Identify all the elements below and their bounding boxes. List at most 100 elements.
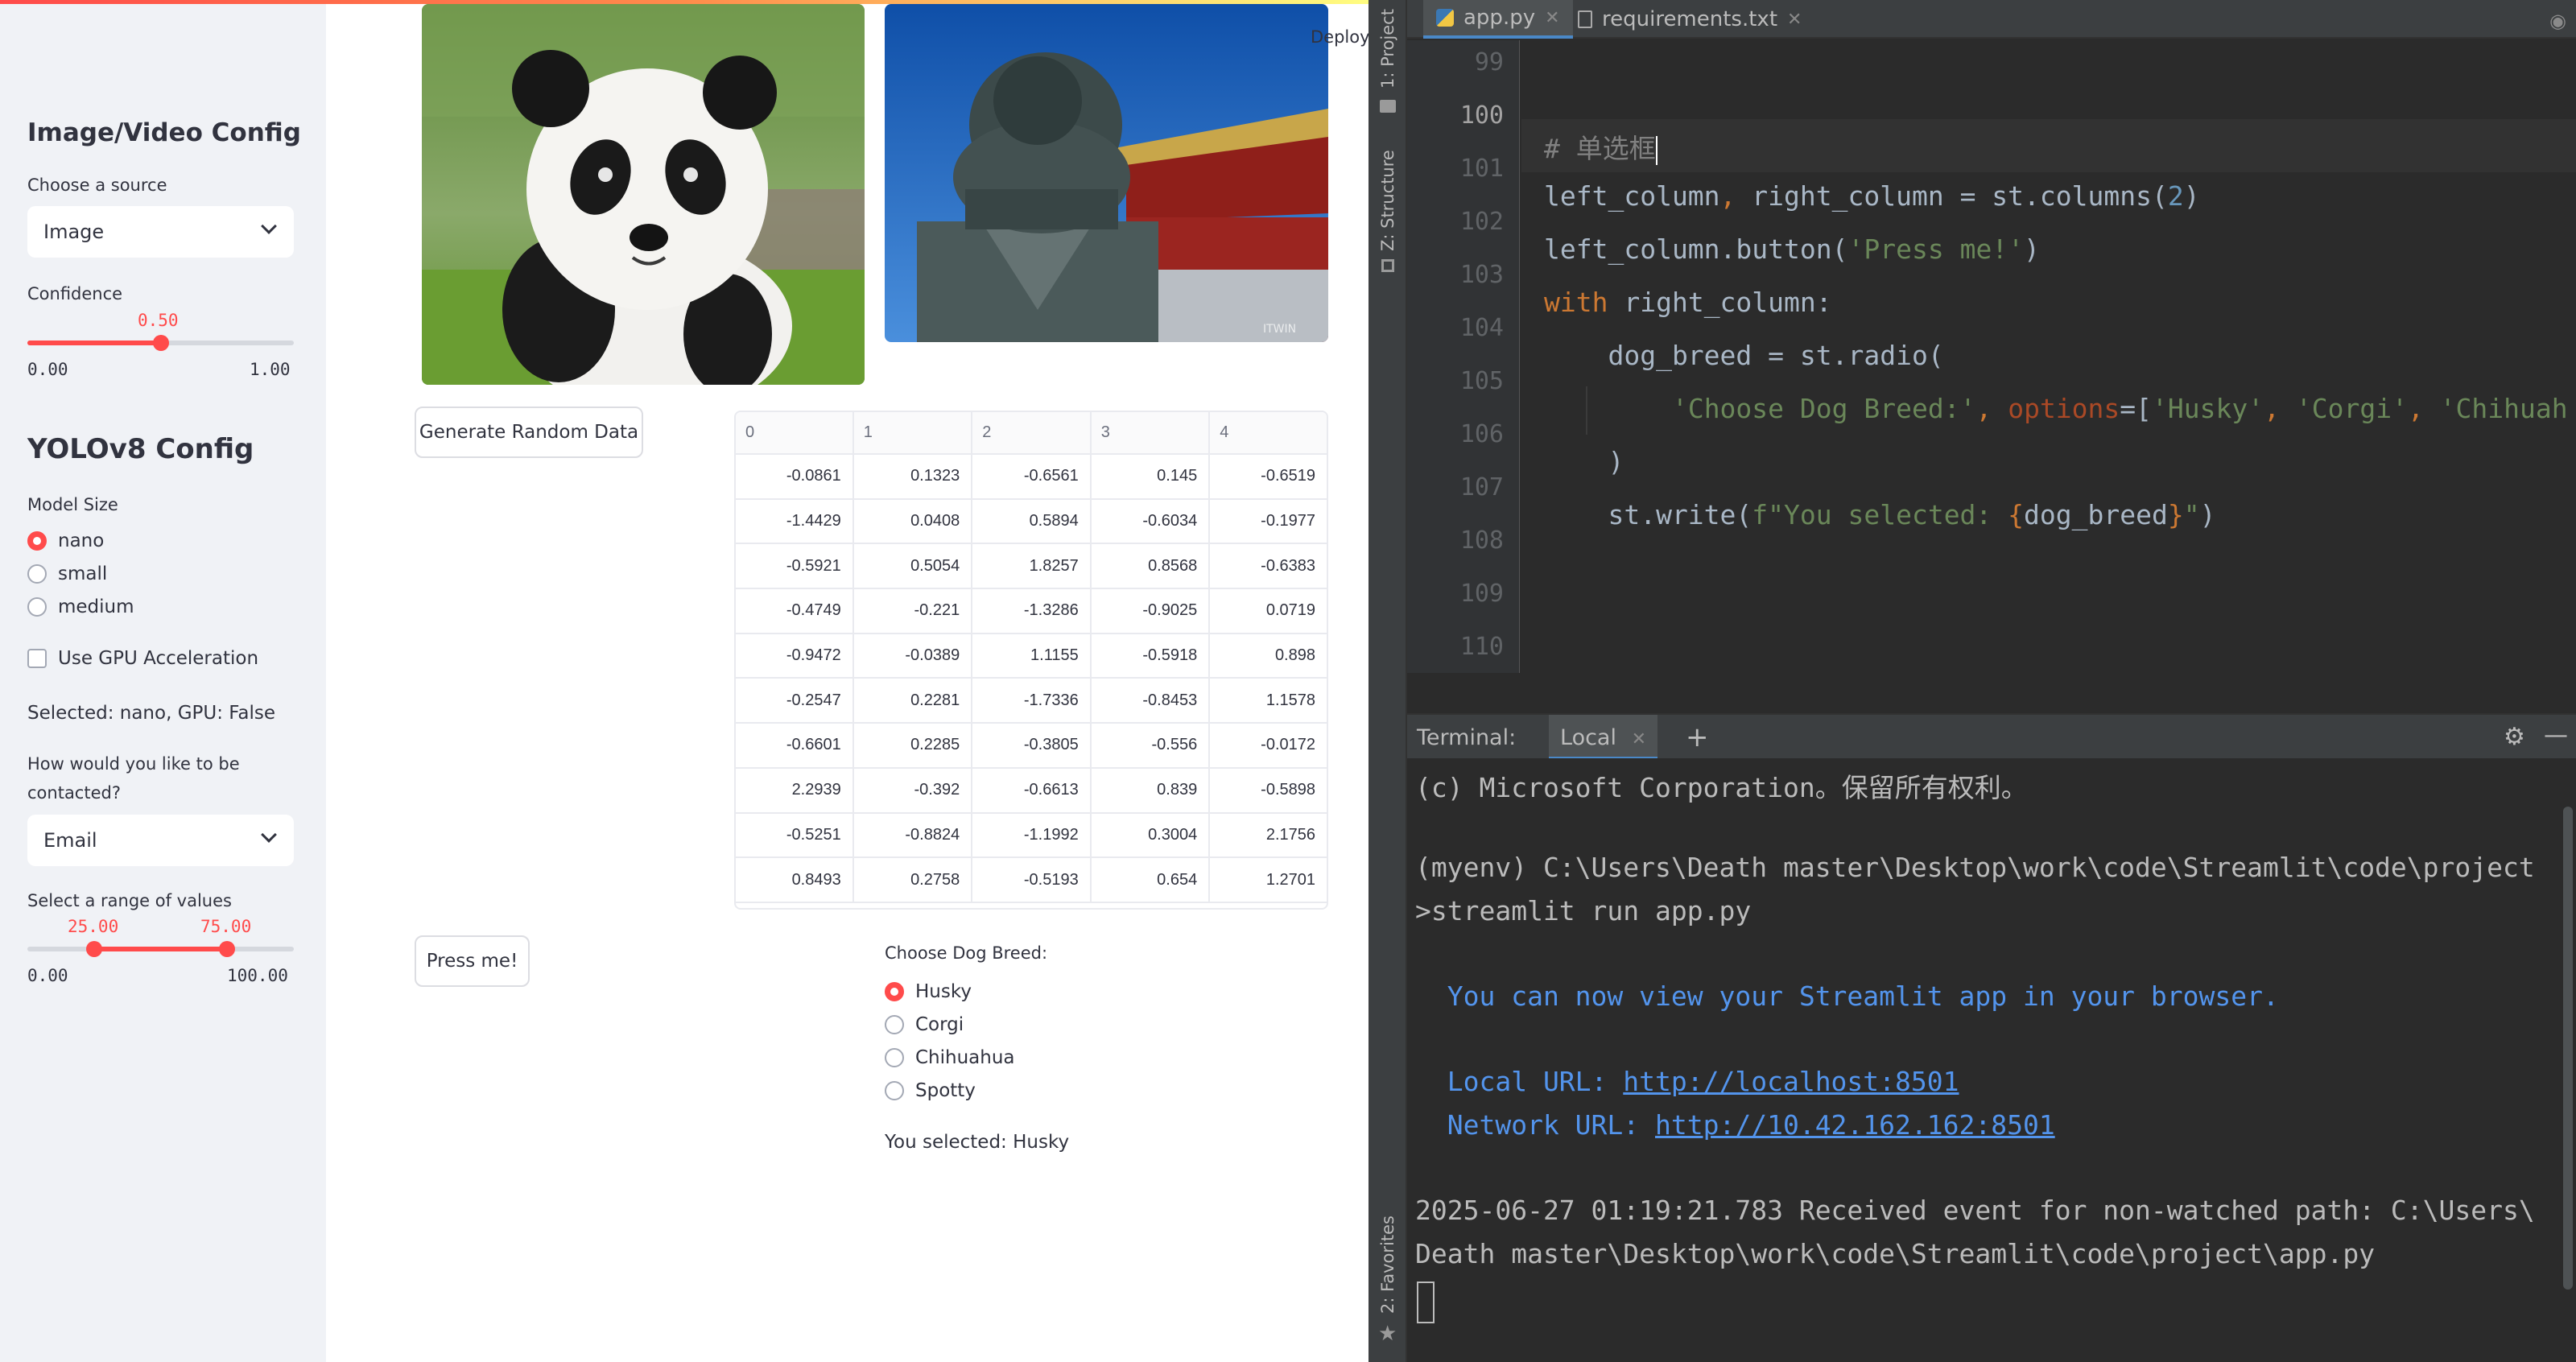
vertical-scrollbar[interactable] (2563, 807, 2573, 1290)
close-icon[interactable]: ✕ (1632, 729, 1646, 749)
table-cell[interactable]: 0.2285 (852, 723, 973, 769)
image-config-heading: Image/Video Config (27, 118, 301, 147)
table-cell[interactable]: -0.8453 (1090, 678, 1211, 724)
gear-icon[interactable]: ⚙ (2504, 723, 2525, 751)
table-cell[interactable]: -0.5921 (736, 543, 854, 590)
table-cell[interactable]: 0.8568 (1090, 543, 1211, 590)
table-cell[interactable]: -0.0861 (736, 454, 854, 500)
table-row: -0.0861 0.1323 -0.6561 0.145 -0.6519 (736, 454, 1327, 500)
table-cell[interactable]: -1.3286 (972, 588, 1092, 634)
dog-option-label: Spotty (915, 1080, 976, 1101)
table-cell[interactable]: 0.3004 (1090, 812, 1211, 859)
table-cell[interactable]: -0.6383 (1209, 543, 1327, 590)
table-cell[interactable]: -0.5193 (972, 857, 1092, 903)
column-header[interactable]: 1 (852, 412, 973, 455)
column-header[interactable]: 4 (1209, 412, 1327, 455)
table-cell[interactable]: 0.2758 (852, 857, 973, 903)
terminal-title: Terminal: (1417, 725, 1517, 750)
table-cell[interactable]: 0.0408 (852, 498, 973, 545)
table-cell[interactable]: -0.9025 (1090, 588, 1211, 634)
table-cell[interactable]: -0.2547 (736, 678, 854, 724)
table-cell[interactable]: -0.6601 (736, 723, 854, 769)
local-url-link[interactable]: http://localhost:8501 (1623, 1066, 1959, 1097)
minimize-icon[interactable]: — (2544, 721, 2568, 749)
tab-app-py[interactable]: app.py ✕ (1423, 0, 1573, 39)
range-slider-low-thumb[interactable] (85, 941, 102, 957)
table-cell[interactable]: 0.2281 (852, 678, 973, 724)
table-cell[interactable]: -0.4749 (736, 588, 854, 634)
table-cell[interactable]: -0.6561 (972, 454, 1092, 500)
table-cell[interactable]: -0.6034 (1090, 498, 1211, 545)
terminal-line: 2025-06-27 01:19:21.783 Received event f… (1415, 1195, 2535, 1226)
table-cell[interactable]: -0.5918 (1090, 633, 1211, 679)
press-me-button[interactable]: Press me! (415, 935, 530, 987)
table-cell[interactable]: -0.1977 (1209, 498, 1327, 545)
code-line-103: with right_column: (1544, 287, 1832, 318)
terminal-tab-local[interactable]: Local ✕ (1549, 715, 1658, 760)
table-cell[interactable]: 0.839 (1090, 767, 1211, 814)
table-cell[interactable]: 0.1323 (852, 454, 973, 500)
dog-option-chihuahua[interactable]: Chihuahua (885, 1046, 1015, 1070)
range-slider-high-thumb[interactable] (219, 941, 236, 957)
add-terminal-icon[interactable]: + (1686, 721, 1709, 753)
table-cell[interactable]: 0.0719 (1209, 588, 1327, 634)
confidence-slider-thumb[interactable] (152, 335, 169, 351)
network-url-link[interactable]: http://10.42.162.162:8501 (1655, 1109, 2055, 1141)
dog-option-husky[interactable]: Husky (885, 980, 972, 1004)
confidence-slider[interactable] (27, 335, 294, 351)
eye-icon[interactable]: ◉ (2549, 10, 2566, 32)
table-cell[interactable]: -1.7336 (972, 678, 1092, 724)
table-cell[interactable]: -0.0172 (1209, 723, 1327, 769)
dataframe-table[interactable]: 01234 -0.0861 0.1323 -0.6561 0.145 -0.6519 -1… (734, 411, 1328, 910)
dog-option-corgi[interactable]: Corgi (885, 1013, 964, 1037)
table-cell[interactable]: 0.145 (1090, 454, 1211, 500)
table-cell[interactable]: -1.1992 (972, 812, 1092, 859)
column-header[interactable]: 2 (972, 412, 1092, 455)
terminal-output[interactable]: (c) Microsoft Corporation。保留所有权利。 (myenv… (1407, 758, 2576, 1362)
contact-select[interactable]: Email (27, 815, 294, 866)
structure-tool-button[interactable]: Z: Structure (1378, 150, 1397, 251)
model-option-small[interactable]: small (27, 562, 107, 586)
table-cell[interactable]: 1.2701 (1209, 857, 1327, 903)
table-cell[interactable]: -0.0389 (852, 633, 973, 679)
table-cell[interactable]: -1.4429 (736, 498, 854, 545)
range-slider[interactable] (27, 941, 294, 957)
table-cell[interactable]: 2.1756 (1209, 812, 1327, 859)
code-editor[interactable]: # 单选框 left_column, right_column = st.col… (1521, 40, 2576, 673)
table-cell[interactable]: 1.1155 (972, 633, 1092, 679)
table-cell[interactable]: -0.6519 (1209, 454, 1327, 500)
table-cell[interactable]: -0.392 (852, 767, 973, 814)
table-cell[interactable]: -0.5898 (1209, 767, 1327, 814)
project-tool-button[interactable]: 1: Project (1378, 9, 1397, 89)
favorites-tool-button[interactable]: 2: Favorites (1378, 1215, 1397, 1314)
code-line-106: ) (1544, 446, 1624, 477)
table-cell[interactable]: 0.8493 (736, 857, 854, 903)
table-cell[interactable]: 0.5894 (972, 498, 1092, 545)
table-cell[interactable]: -0.9472 (736, 633, 854, 679)
table-cell[interactable]: -0.8824 (852, 812, 973, 859)
deploy-button[interactable]: Deploy (1311, 27, 1368, 47)
column-header[interactable]: 0 (736, 412, 854, 455)
generate-random-data-button[interactable]: Generate Random Data (415, 407, 643, 458)
column-header[interactable]: 3 (1090, 412, 1211, 455)
range-label: Select a range of values (27, 891, 232, 910)
close-icon[interactable]: ✕ (1787, 10, 1802, 30)
table-cell[interactable]: 0.5054 (852, 543, 973, 590)
table-cell[interactable]: 1.1578 (1209, 678, 1327, 724)
dog-option-spotty[interactable]: Spotty (885, 1079, 976, 1103)
table-cell[interactable]: -0.3805 (972, 723, 1092, 769)
table-cell[interactable]: -0.5251 (736, 812, 854, 859)
table-cell[interactable]: 0.898 (1209, 633, 1327, 679)
tab-requirements-txt[interactable]: requirements.txt ✕ (1565, 0, 1814, 39)
model-option-medium[interactable]: medium (27, 595, 134, 619)
table-cell[interactable]: -0.221 (852, 588, 973, 634)
table-cell[interactable]: 2.2939 (736, 767, 854, 814)
source-select[interactable]: Image (27, 206, 294, 258)
close-icon[interactable]: ✕ (1545, 8, 1559, 28)
table-cell[interactable]: 1.8257 (972, 543, 1092, 590)
table-cell[interactable]: -0.556 (1090, 723, 1211, 769)
gpu-checkbox[interactable]: Use GPU Acceleration (27, 646, 258, 671)
table-cell[interactable]: -0.6613 (972, 767, 1092, 814)
table-cell[interactable]: 0.654 (1090, 857, 1211, 903)
model-option-nano[interactable]: nano (27, 529, 104, 553)
